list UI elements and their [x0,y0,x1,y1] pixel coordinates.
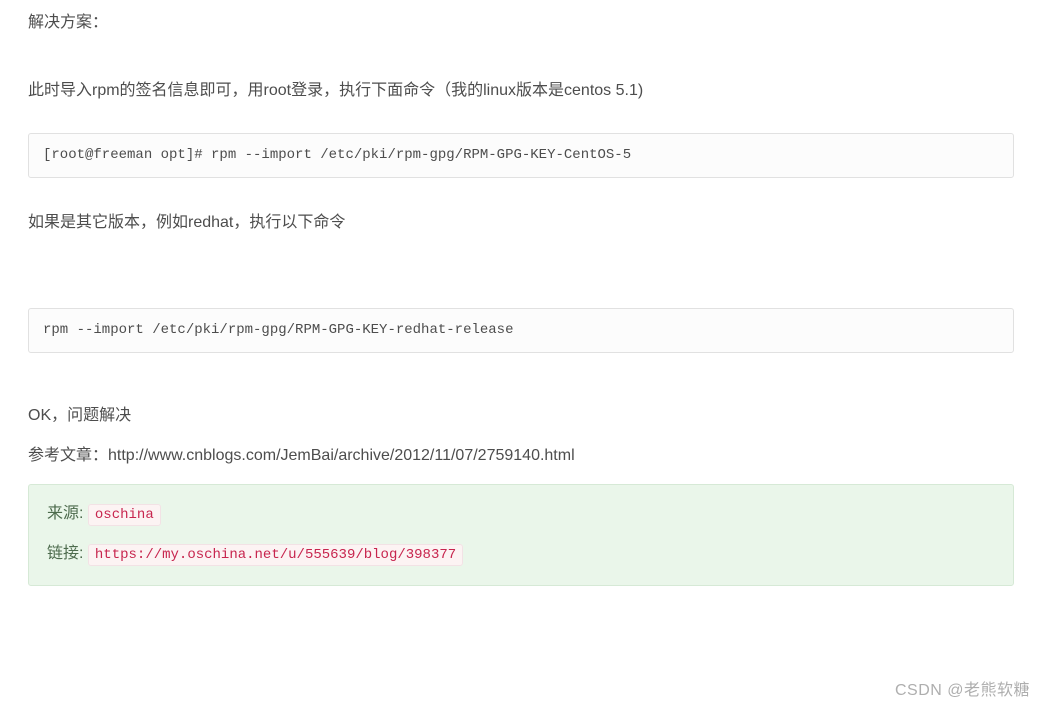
source-origin-value[interactable]: oschina [88,504,161,526]
solution-heading: 解决方案： [28,8,1014,38]
reference-article: 参考文章：http://www.cnblogs.com/JemBai/archi… [28,442,1014,471]
paragraph-solved: OK，问题解决 [28,401,1014,431]
source-origin-row: 来源: oschina [47,501,995,527]
source-origin-label: 来源: [47,505,88,522]
csdn-watermark: CSDN @老熊软糖 [895,676,1030,700]
source-info-box: 来源: oschina 链接: https://my.oschina.net/u… [28,484,1014,585]
source-link-label: 链接: [47,545,88,562]
code-block-centos[interactable]: [root@freeman opt]# rpm --import /etc/pk… [28,133,1014,178]
code-block-redhat[interactable]: rpm --import /etc/pki/rpm-gpg/RPM-GPG-KE… [28,308,1014,353]
source-link-row: 链接: https://my.oschina.net/u/555639/blog… [47,541,995,567]
source-link-value[interactable]: https://my.oschina.net/u/555639/blog/398… [88,544,463,566]
paragraph-instruction: 此时导入rpm的签名信息即可，用root登录，执行下面命令（我的linux版本是… [28,76,1014,106]
paragraph-other-version: 如果是其它版本，例如redhat，执行以下命令 [28,208,1014,238]
